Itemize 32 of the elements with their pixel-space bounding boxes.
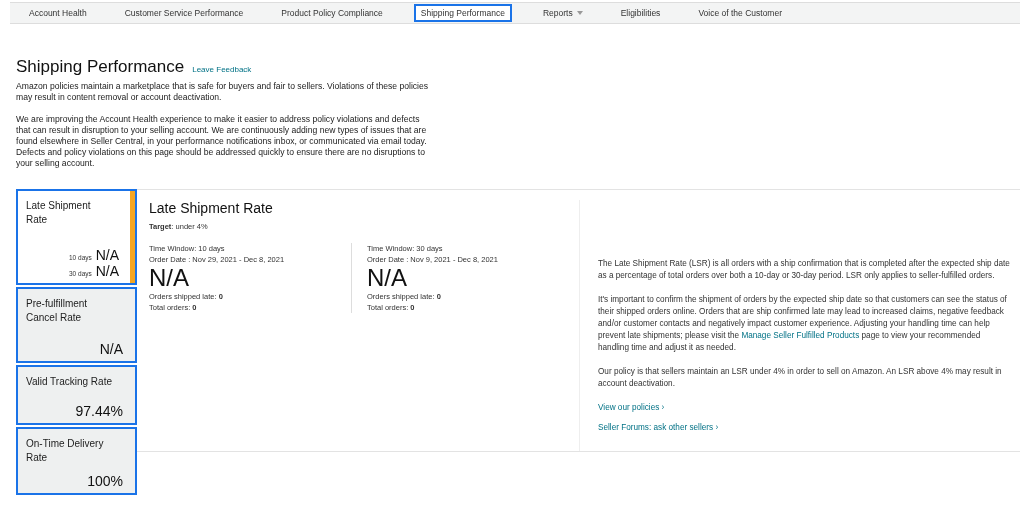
metric-card[interactable]: Pre-fulfillment Cancel Rate N/A (16, 287, 137, 363)
info-paragraph: It's important to confirm the shipment of orders by the expected ship date so that customers can see the status of their shipped orders online. Orders that are ship confirmed late may lead to increased claims, negative feedback and/or customer contacts and negatively impact customer experience. Adjusting your handling time can help prevent late shipments; please visit the Manage Seller Fulfilled Products page to view your recommended handling time and adjust it as needed. (598, 294, 1008, 354)
policy-link[interactable]: View our policies › (598, 402, 665, 414)
intro-paragraph: Amazon policies maintain a marketplace that is safe for buyers and fair to sellers. Violations of these policies may result in content removal or account deactivation. (16, 81, 430, 103)
metric-title: Valid Tracking Rate (26, 375, 113, 389)
metric-title: On-Time Delivery Rate (26, 437, 105, 465)
metric-card[interactable]: On-Time Delivery Rate 100% (16, 427, 137, 495)
nav-tab[interactable]: Customer Service Performance (117, 4, 251, 22)
nav-tab[interactable]: Eligibilities (613, 4, 668, 22)
nav-tab[interactable]: Account Health (22, 4, 94, 22)
feedback-link[interactable]: Leave Feedback (192, 65, 252, 74)
manage-products-link[interactable]: Manage Seller Fulfilled Products (741, 331, 860, 340)
metric-card[interactable]: Valid Tracking Rate 97.44% (16, 365, 137, 425)
rate-value: N/A (149, 265, 190, 291)
metric-value: 97.44% (75, 403, 123, 419)
page-title: Shipping Performance (16, 57, 185, 77)
nav-tab[interactable]: Voice of the Customer (691, 4, 789, 22)
nav-tab[interactable]: Product Policy Compliance (274, 4, 390, 22)
metric-title: Late Shipment Rate (26, 199, 92, 227)
metric-value: N/A (95, 263, 119, 279)
info-paragraph: The Late Shipment Rate (LSR) is all orders with a ship confirmation that is completed after the expected ship date as a percentage of total orders over both a 10-day or 30-day period. LSR only applies to seller-fulfilled orders. (598, 258, 1011, 282)
info-paragraph: Our policy is that sellers maintain an LSR under 4% in order to sell on Amazon. An LSR above 4% may result in account deactivation. (598, 366, 1003, 390)
detail-title: Late Shipment Rate (149, 200, 274, 216)
intro-paragraph: We are improving the Account Health experience to make it easier to address policy violations and defects that can result in disruption to your selling account. We are continuously adding new types of issues that are found elsewhere in Seller Central, in your performance notifications inbox, or communicated via email today. Defects and policy violations on this page should be addressed quickly to ensure there are no disruptions to your selling account. (16, 114, 428, 169)
metric-value: N/A (95, 247, 119, 263)
policy-link[interactable]: Seller Forums: ask other sellers › (598, 422, 719, 434)
rate-value: N/A (367, 265, 408, 291)
metric-title: Pre-fulfillment Cancel Rate (26, 297, 89, 325)
metric-value: N/A (99, 341, 123, 357)
metric-value: 100% (87, 473, 123, 489)
nav-tab[interactable]: Reports (535, 4, 590, 22)
nav-tab[interactable]: Shipping Performance (413, 4, 512, 22)
